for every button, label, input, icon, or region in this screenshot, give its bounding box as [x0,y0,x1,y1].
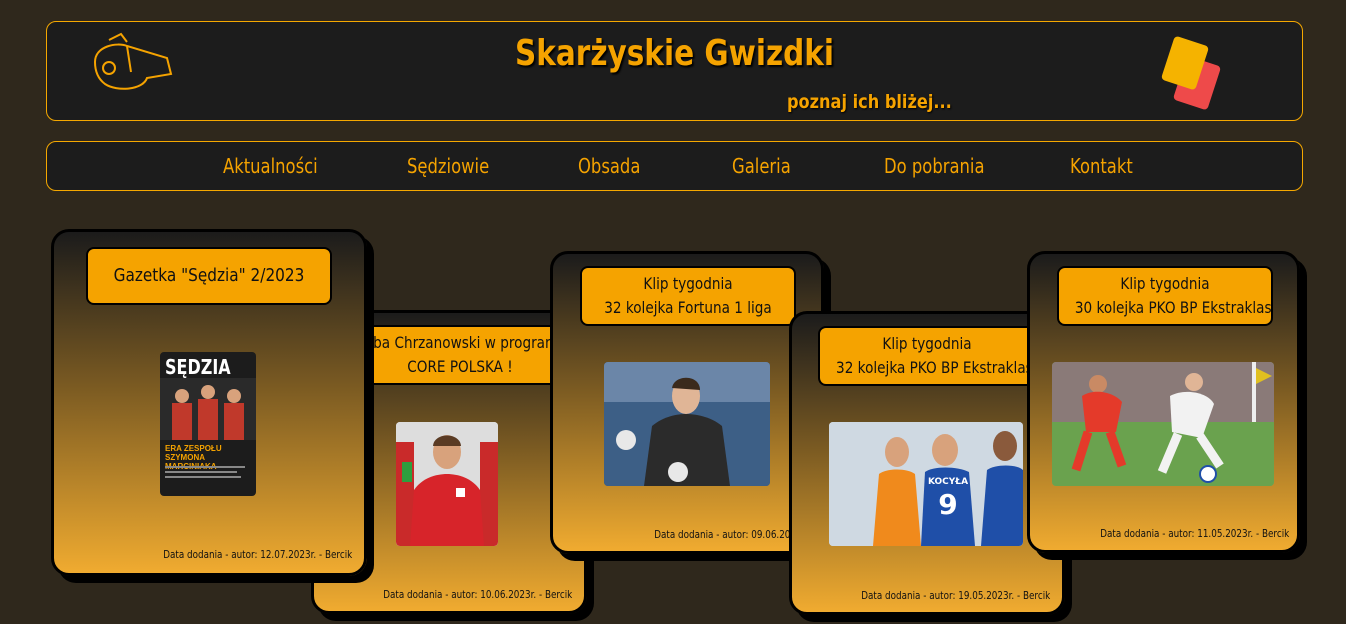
site-header: Skarżyskie Gwizdki poznaj ich bliżej... [46,21,1303,121]
svg-text:KOCYŁA: KOCYŁA [928,477,968,487]
news-card-image[interactable] [396,422,498,546]
news-card[interactable]: Klip tygodnia 32 kolejka PKO BP Ekstrakl… [789,311,1065,615]
svg-text:9: 9 [938,488,957,521]
news-card-title[interactable]: Klip tygodnia 32 kolejka Fortuna 1 liga [580,266,796,326]
nav-item-obsada[interactable]: Obsada [578,154,640,178]
news-card-date: Data dodania - autor: 10.06.2023r. - Ber… [383,588,572,601]
nav-item-sedziowie[interactable]: Sędziowie [407,154,489,178]
news-card-date: Data dodania - autor: 19.05.2023r. - Ber… [861,589,1050,602]
news-card-title[interactable]: Klip tygodnia 30 kolejka PKO BP Ekstrakl… [1057,266,1273,326]
nav-item-aktualnosci[interactable]: Aktualności [223,154,318,178]
news-card[interactable]: Gazetka "Sędzia" 2/2023 SĘDZIA ERA ZESPO… [51,229,367,576]
news-card[interactable]: Klip tygodnia 30 kolejka PKO BP Ekstrakl… [1027,251,1300,553]
news-card-date: Data dodania - autor: 12.07.2023r. - Ber… [163,548,352,561]
nav-item-kontakt[interactable]: Kontakt [1070,154,1133,178]
news-card[interactable]: Klip tygodnia 32 kolejka Fortuna 1 liga … [550,251,824,554]
news-card-image[interactable] [604,362,770,486]
referee-cards-icon [1161,36,1221,110]
site-title: Skarżyskie Gwizdki [514,33,835,74]
site-tagline: poznaj ich bliżej... [787,91,952,113]
news-card-date: Data dodania - autor: 11.05.2023r. - Ber… [1100,527,1289,540]
nav-item-galeria[interactable]: Galeria [732,154,791,178]
main-nav: Aktualności Sędziowie Obsada Galeria Do … [46,141,1303,191]
news-card-title[interactable]: Gazetka "Sędzia" 2/2023 [86,247,332,305]
magazine-cover-image[interactable]: SĘDZIA ERA ZESPOŁU SZYMONA MARCINIAKA [160,352,256,496]
news-card-title[interactable]: Klip tygodnia 32 kolejka PKO BP Ekstrakl… [818,326,1036,386]
news-card-image[interactable] [1052,362,1274,486]
nav-item-do-pobrania[interactable]: Do pobrania [884,154,985,178]
news-card-title[interactable]: Kuba Chrzanowski w programie CORE POLSKA… [336,325,584,385]
news-card-image[interactable]: 9 KOCYŁA [829,422,1023,546]
